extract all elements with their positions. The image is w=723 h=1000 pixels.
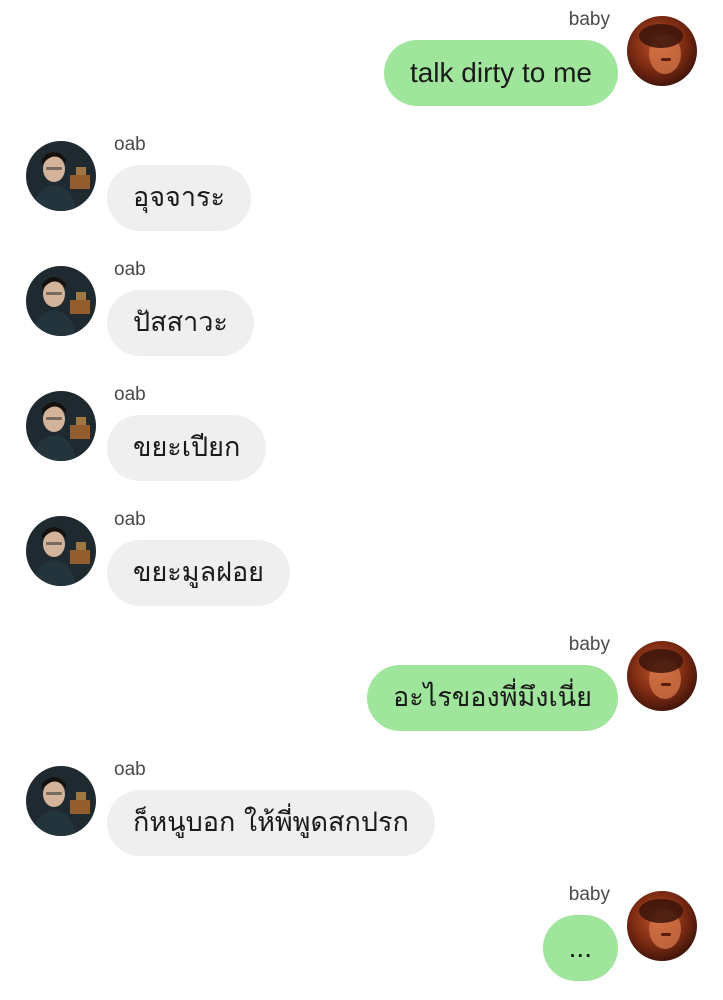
message-row: oab ปัสสาวะ bbox=[0, 258, 723, 368]
oab-avatar-image bbox=[26, 766, 96, 836]
avatar[interactable] bbox=[26, 266, 96, 336]
message-row: baby ... bbox=[0, 883, 723, 993]
message-row: baby talk dirty to me bbox=[0, 8, 723, 118]
avatar[interactable] bbox=[26, 516, 96, 586]
baby-avatar-image bbox=[627, 641, 697, 711]
baby-avatar-image bbox=[627, 891, 697, 961]
message-bubble[interactable]: ก็หนูบอก ให้พี่พูดสกปรก bbox=[107, 790, 435, 856]
avatar[interactable] bbox=[26, 766, 96, 836]
message-row: baby อะไรของพี่มึงเนี่ย bbox=[0, 633, 723, 743]
avatar[interactable] bbox=[26, 391, 96, 461]
sender-name: oab bbox=[114, 384, 146, 405]
sender-name: oab bbox=[114, 134, 146, 155]
message-row: oab ขยะมูลฝอย bbox=[0, 508, 723, 618]
message-bubble[interactable]: ขยะมูลฝอย bbox=[107, 540, 290, 606]
oab-avatar-image bbox=[26, 266, 96, 336]
oab-avatar-image bbox=[26, 516, 96, 586]
avatar[interactable] bbox=[627, 891, 697, 961]
chat-thread: baby talk dirty to me oab อุจจาระ oab ปั… bbox=[0, 0, 723, 1000]
oab-avatar-image bbox=[26, 391, 96, 461]
message-bubble[interactable]: อุจจาระ bbox=[107, 165, 252, 231]
sender-name: oab bbox=[114, 509, 146, 530]
sender-name: oab bbox=[114, 759, 146, 780]
message-bubble[interactable]: ปัสสาวะ bbox=[107, 290, 254, 356]
avatar[interactable] bbox=[627, 641, 697, 711]
sender-name: baby bbox=[568, 9, 610, 30]
avatar[interactable] bbox=[26, 141, 96, 211]
sender-name: baby bbox=[568, 634, 610, 655]
message-bubble[interactable]: talk dirty to me bbox=[383, 40, 618, 106]
oab-avatar-image bbox=[26, 141, 96, 211]
message-bubble[interactable]: ... bbox=[542, 915, 618, 981]
message-row: oab ขยะเปียก bbox=[0, 383, 723, 493]
avatar[interactable] bbox=[627, 16, 697, 86]
sender-name: baby bbox=[568, 884, 610, 905]
message-row: oab ก็หนูบอก ให้พี่พูดสกปรก bbox=[0, 758, 723, 868]
message-row: oab อุจจาระ bbox=[0, 133, 723, 243]
message-bubble[interactable]: ขยะเปียก bbox=[107, 415, 267, 481]
message-bubble[interactable]: อะไรของพี่มึงเนี่ย bbox=[367, 665, 618, 731]
baby-avatar-image bbox=[627, 16, 697, 86]
sender-name: oab bbox=[114, 259, 146, 280]
